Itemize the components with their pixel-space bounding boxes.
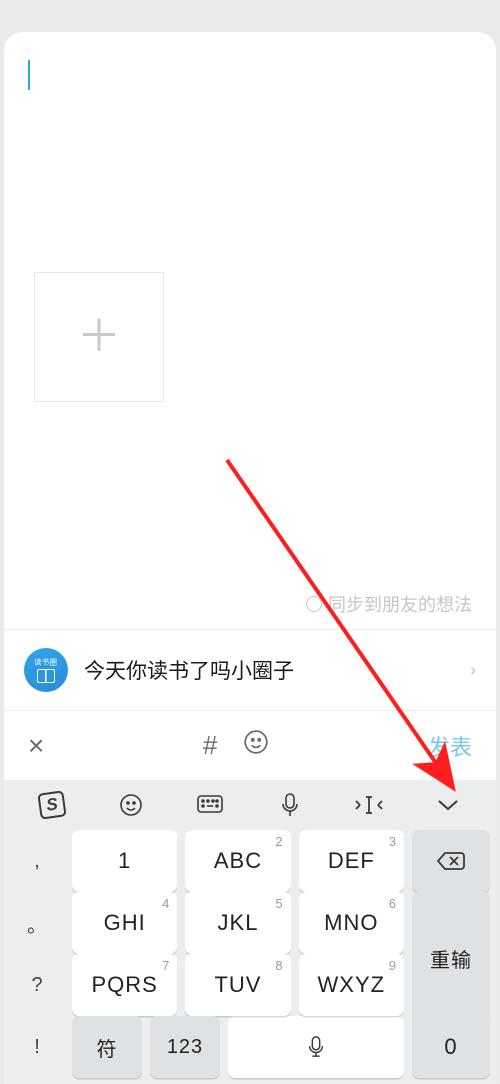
keyboard-toolbar: S bbox=[4, 780, 496, 830]
publish-button[interactable]: 发表 bbox=[428, 730, 472, 762]
compose-area[interactable]: ＋ 同步到朋友的想法 bbox=[4, 32, 496, 629]
key-4[interactable]: 4GHI bbox=[72, 892, 177, 954]
add-photo-button[interactable]: ＋ bbox=[34, 272, 164, 402]
kb-keyboard-switch-button[interactable] bbox=[171, 795, 250, 815]
key-1[interactable]: 1 bbox=[72, 830, 177, 892]
emoji-button[interactable] bbox=[243, 729, 269, 762]
radio-unchecked-icon bbox=[306, 596, 322, 612]
key-5[interactable]: 5JKL bbox=[185, 892, 290, 954]
backspace-key[interactable] bbox=[412, 830, 490, 892]
text-cursor bbox=[28, 60, 30, 90]
space-key[interactable] bbox=[228, 1016, 404, 1078]
punct-comma-key[interactable]: , bbox=[10, 830, 64, 892]
sogou-icon: S bbox=[37, 790, 66, 819]
kb-voice-button[interactable] bbox=[250, 793, 329, 817]
key-9[interactable]: 9WXYZ bbox=[299, 954, 404, 1016]
numeric-key[interactable]: 123 bbox=[150, 1016, 220, 1078]
key-0[interactable]: 0 bbox=[412, 1016, 490, 1078]
compose-sheet: ＋ 同步到朋友的想法 读书圈 今天你读书了吗小圈子 › × # 发表 bbox=[4, 32, 496, 1084]
chevron-right-icon: › bbox=[470, 660, 476, 681]
mic-icon bbox=[306, 1036, 326, 1058]
punct-question-key[interactable]: ? bbox=[10, 954, 64, 1016]
backspace-icon bbox=[436, 850, 466, 872]
key-7[interactable]: 7PQRS bbox=[72, 954, 177, 1016]
kb-collapse-button[interactable] bbox=[409, 798, 488, 812]
keyboard: S , 1 2ABC 3DEF bbox=[4, 780, 496, 1084]
key-3[interactable]: 3DEF bbox=[299, 830, 404, 892]
punct-period-key[interactable]: 。 bbox=[10, 892, 64, 954]
key-2[interactable]: 2ABC bbox=[185, 830, 290, 892]
punct-exclaim-key[interactable]: ! bbox=[10, 1016, 64, 1078]
group-name: 今天你读书了吗小圈子 bbox=[84, 655, 454, 685]
sync-toggle[interactable]: 同步到朋友的想法 bbox=[306, 591, 472, 617]
kb-emoji-button[interactable] bbox=[91, 793, 170, 817]
plus-icon: ＋ bbox=[77, 315, 121, 359]
close-button[interactable]: × bbox=[28, 730, 44, 762]
hashtag-button[interactable]: # bbox=[203, 730, 217, 761]
key-8[interactable]: 8TUV bbox=[185, 954, 290, 1016]
ime-logo-button[interactable]: S bbox=[12, 792, 91, 818]
group-avatar-icon: 读书圈 bbox=[24, 648, 68, 692]
sync-label: 同步到朋友的想法 bbox=[328, 591, 472, 617]
action-bar: × # 发表 bbox=[4, 711, 496, 780]
key-6[interactable]: 6MNO bbox=[299, 892, 404, 954]
group-selector[interactable]: 读书圈 今天你读书了吗小圈子 › bbox=[4, 629, 496, 711]
kb-cursor-move-button[interactable] bbox=[329, 795, 408, 815]
reinput-key[interactable]: 重输 bbox=[412, 892, 490, 1024]
symbols-key[interactable]: 符 bbox=[72, 1016, 142, 1078]
